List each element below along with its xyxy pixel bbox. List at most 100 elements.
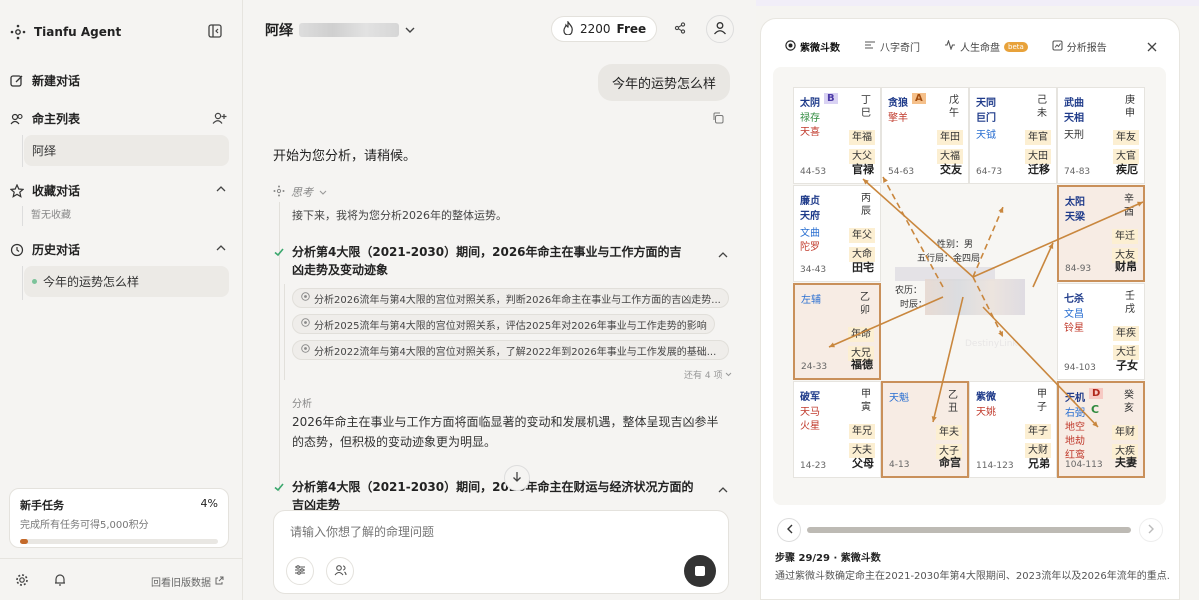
palace-name: 父母 (852, 457, 874, 470)
thinking-toggle[interactable]: 思考 (273, 184, 327, 200)
profiles-section[interactable]: 命主列表 (10, 110, 80, 127)
palace-cell[interactable]: 天魁乙丑年夫 大子 命宫 4-13 (881, 381, 969, 478)
palace-cell[interactable]: 紫微 天姚甲子年子 大财 兄弟 114-123 (969, 381, 1057, 478)
palace-cell[interactable]: 天同 巨门 天钺己未年官 大田 迁移 64-73 (969, 87, 1057, 184)
stop-button[interactable] (684, 555, 716, 587)
main-star: 天机 (1065, 393, 1085, 404)
palace-cell[interactable]: 七杀 文昌 铃星壬戌年疾 大迁 子女 94-103 (1057, 283, 1145, 380)
tab-life-chart[interactable]: 人生命盘 beta (944, 39, 1028, 54)
horizontal-scrollbar[interactable] (807, 527, 1131, 533)
tab-label: 紫微斗数 (800, 43, 840, 54)
gender-label: 性别：男 (937, 240, 974, 250)
step-title: 步骤 29/29 · 紫微斗数 (775, 553, 881, 564)
main-star: 贪狼 (888, 98, 908, 109)
credits-badge[interactable]: 2200 Free (551, 16, 658, 42)
history-item[interactable]: 今年的运势怎么样 (24, 266, 229, 297)
chevron-up-icon[interactable] (718, 482, 728, 496)
profile-selector[interactable]: 阿绎 (265, 20, 415, 40)
close-icon[interactable] (1147, 41, 1157, 55)
minor-star: 天姚 (976, 407, 996, 418)
palace-cell[interactable]: 廉贞 天府 文曲 陀罗丙辰年父 大命 田宅 34-43 (793, 185, 881, 282)
scroll-right-button[interactable] (1139, 518, 1163, 542)
chevron-up-icon[interactable] (216, 244, 226, 252)
favorites-section[interactable]: 收藏对话 (10, 182, 80, 199)
tab-report[interactable]: 分析报告 (1052, 39, 1107, 54)
year-tag: 年财 (1112, 425, 1138, 440)
minor-star: 火星 (800, 421, 820, 432)
onboarding-task-card[interactable]: 新手任务 4% 完成所有任务可得5,000积分 (9, 488, 229, 548)
ganzhi: 乙卯 (860, 292, 870, 316)
gear-icon[interactable] (15, 573, 29, 587)
profile-tool-button[interactable] (326, 557, 354, 585)
new-chat-button[interactable]: 新建对话 (10, 72, 80, 89)
question-input[interactable] (290, 521, 710, 543)
scroll-left-button[interactable] (777, 518, 801, 542)
year-tag: 年兄 (849, 424, 875, 439)
subtask-chip[interactable]: 分析2026流年与第4大限的宫位对照关系，判断2026年命主在事业与工作方面的吉… (292, 288, 729, 308)
target-icon (301, 344, 310, 356)
age-range: 44-53 (800, 167, 827, 177)
tab-ziwei[interactable]: 紫微斗数 (785, 39, 840, 54)
palace-name: 官禄 (852, 163, 874, 176)
sidebar-footer: 回看旧版数据 (0, 558, 243, 600)
favorites-empty: 暂无收藏 (31, 210, 71, 221)
age-range: 34-43 (800, 265, 827, 275)
age-range: 104-113 (1065, 460, 1103, 470)
tab-label: 分析报告 (1066, 43, 1107, 54)
app-name: Tianfu Agent (34, 25, 122, 39)
tab-bazi[interactable]: 八字奇门 (864, 39, 920, 54)
share-button[interactable] (667, 16, 693, 42)
copy-icon[interactable] (712, 112, 724, 127)
palace-cell[interactable]: 破军 天马 火星甲寅年兄 大夫 父母 14-23 (793, 381, 881, 478)
chevron-left-icon (786, 523, 793, 537)
main-star: 廉贞 (800, 196, 820, 207)
hua-mark: B (824, 93, 838, 104)
year-tag: 年友 (1113, 130, 1139, 145)
minor-star: 红鸾 (1065, 450, 1085, 461)
year-tag: 年父 (849, 228, 875, 243)
chevron-down-icon (319, 186, 327, 199)
analysis-text: 2026年命主在事业与工作方面将面临显著的变动和发展机遇，整体呈现吉凶参半的态势… (292, 415, 719, 449)
subtask-line (284, 284, 285, 380)
minor-star: 天钺 (976, 130, 996, 141)
year-tag: 年命 (848, 327, 874, 342)
old-data-link[interactable]: 回看旧版数据 (151, 574, 224, 589)
share-icon (674, 21, 686, 37)
year-tag: 年官 (1025, 130, 1051, 145)
add-user-icon[interactable] (212, 111, 227, 125)
palace-cell[interactable]: 天机 D C 右弼 地空 地劫 红鸾癸亥年财 大疾 夫妻 104-113 (1057, 381, 1145, 478)
chevron-up-icon[interactable] (216, 185, 226, 193)
palace-cell[interactable]: 武曲 天相 天刑庚申年友 大官 疾厄 74-83 (1057, 87, 1145, 184)
settings-tool-button[interactable] (286, 557, 314, 585)
palace-cell[interactable]: 太阳 天梁辛酉年迁 大友 财帛 84-93 (1057, 185, 1145, 282)
brand[interactable]: Tianfu Agent (10, 24, 121, 40)
thinking-text: 接下来，我将为您分析2026年的整体运势。 (292, 209, 507, 222)
chevron-up-icon[interactable] (718, 247, 728, 261)
scroll-down-button[interactable] (504, 465, 530, 491)
user-avatar-button[interactable] (706, 15, 734, 43)
ganzhi: 戊午 (949, 95, 959, 119)
age-range: 4-13 (889, 460, 910, 470)
check-icon (273, 246, 285, 261)
palace-name: 福德 (851, 358, 873, 371)
subtask-chip[interactable]: 分析2025流年与第4大限的宫位对照关系，评估2025年对2026年事业与工作走… (292, 314, 715, 334)
collapse-sidebar-icon[interactable] (208, 24, 222, 38)
profile-item[interactable]: 阿绎 (24, 135, 229, 166)
chat-header: 阿绎 2200 Free (243, 0, 756, 58)
history-item-label: 今年的运势怎么样 (43, 275, 140, 289)
palace-name: 财帛 (1115, 260, 1137, 273)
palace-name: 夫妻 (1115, 456, 1137, 469)
more-subtasks[interactable]: 还有 4 项 (684, 368, 732, 381)
chart-scroller (773, 517, 1166, 545)
age-range: 24-33 (801, 362, 828, 372)
stop-icon (695, 566, 705, 576)
minor-star: 铃星 (1064, 323, 1084, 334)
history-section[interactable]: 历史对话 (10, 241, 80, 258)
subtask-chip[interactable]: 分析2022流年与第4大限的宫位对照关系，了解2022年到2026年事业与工作发… (292, 340, 729, 360)
main-star: 七杀 (1064, 294, 1084, 305)
palace-cell[interactable]: 太阴 B 禄存 天喜丁巳年福 大父 官禄 44-53 (793, 87, 881, 184)
palace-cell[interactable]: 贪狼 A 擎羊戊午年田 大福 交友 54-63 (881, 87, 969, 184)
palace-cell[interactable]: 左辅乙卯年命 大兄 福德 24-33 (793, 283, 881, 380)
user-icon (713, 21, 727, 38)
bell-icon[interactable] (53, 573, 67, 587)
